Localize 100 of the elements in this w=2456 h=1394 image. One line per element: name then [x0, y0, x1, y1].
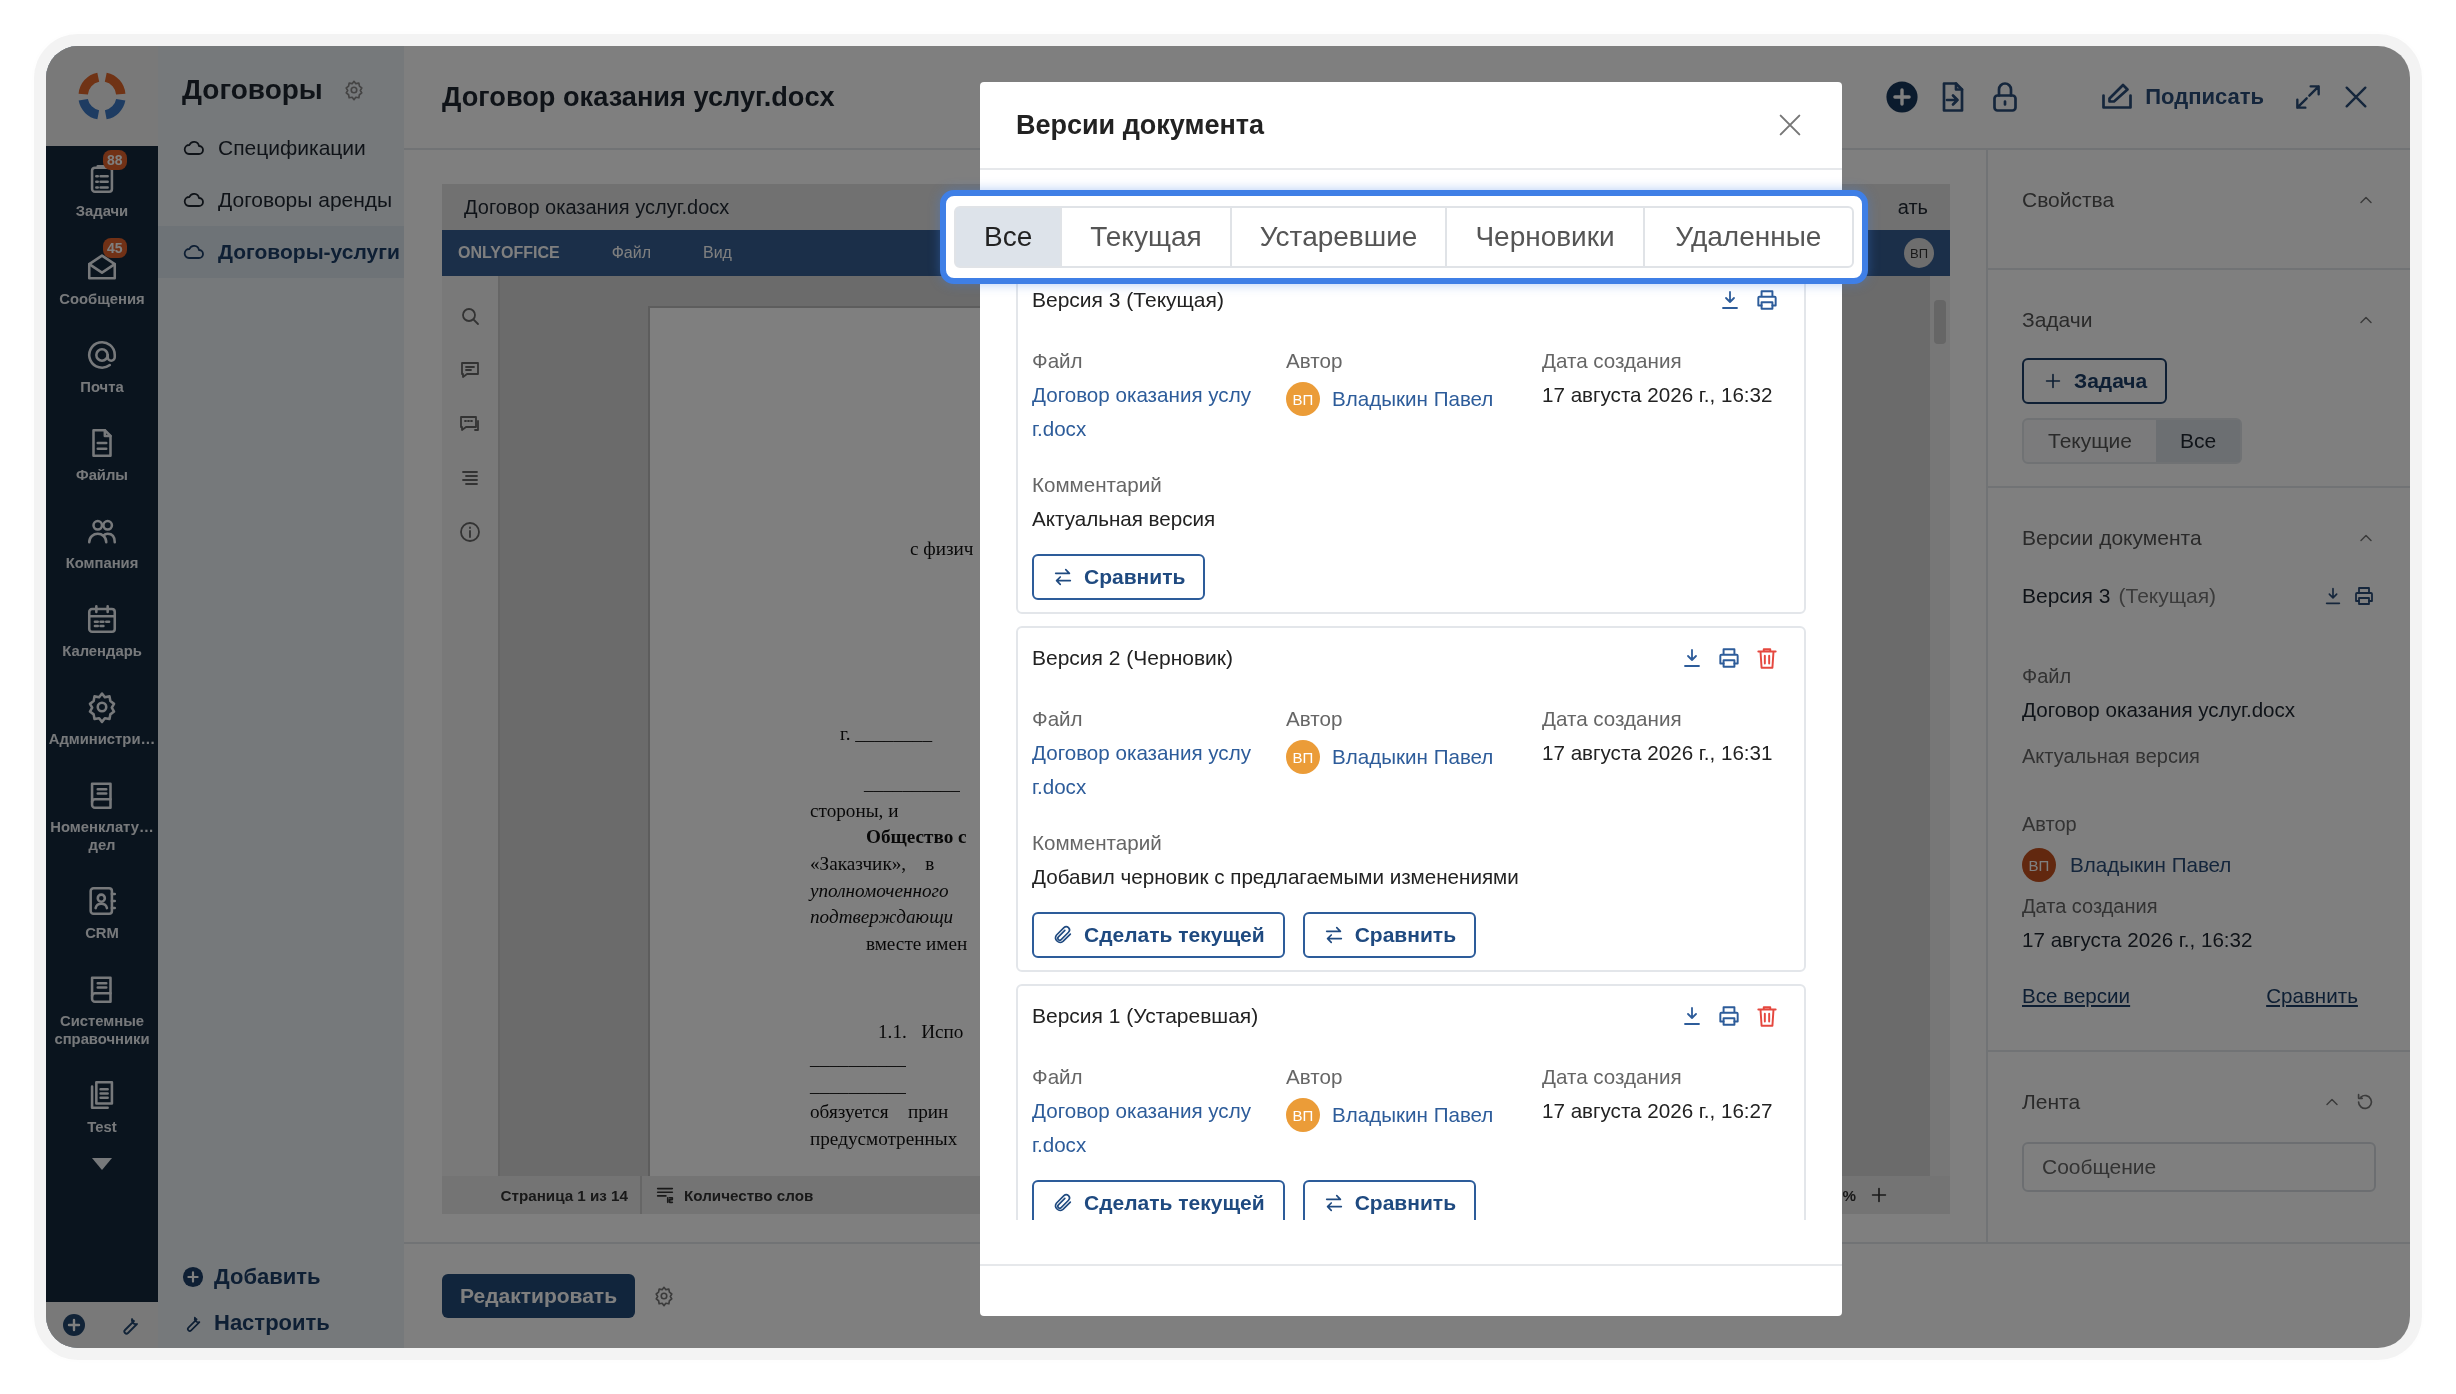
author-avatar: ВП	[1286, 1098, 1320, 1132]
field-label: Комментарий	[1032, 830, 1163, 856]
field-label: Дата создания	[1542, 1064, 1683, 1090]
version-comment: Актуальная версия	[2022, 744, 2201, 769]
document-text: __________	[864, 772, 960, 797]
print-icon[interactable]	[1716, 1003, 1742, 1029]
editor-brand: ONLYOFFICE	[458, 244, 560, 262]
document-text: «Заказчик», в	[810, 851, 935, 876]
filter-option[interactable]: Текущие	[2024, 420, 2156, 462]
plus-circle-icon[interactable]	[1885, 80, 1920, 114]
sidebar-item[interactable]: Календарь	[48, 586, 156, 674]
menu-item[interactable]: Вид	[703, 244, 732, 262]
trash-icon[interactable]	[1754, 1003, 1780, 1029]
filter-option[interactable]: Все	[2155, 420, 2241, 462]
count-badge: 88	[103, 150, 127, 170]
field-label: Файл	[2022, 664, 2073, 689]
section-title: Договоры	[182, 74, 323, 106]
sidebar-item[interactable]: Администри…	[48, 674, 156, 762]
document-text: вместе имен	[866, 931, 968, 956]
filter-tab[interactable]: Удаленные	[1644, 208, 1852, 266]
author-avatar: ВП	[1286, 382, 1320, 416]
panel-link[interactable]: Все версии	[2022, 984, 2131, 1008]
user-avatar[interactable]: ВП	[1904, 238, 1934, 268]
scrollbar[interactable]	[1930, 276, 1950, 1176]
creation-date: 17 августа 2026 г., 16:32	[1542, 382, 1774, 408]
author-avatar: ВП	[1286, 740, 1320, 774]
creation-date: 17 августа 2026 г., 16:31	[1542, 740, 1774, 766]
field-label: Автор	[1286, 348, 1344, 374]
author-link[interactable]: Владыкин Павел	[2070, 853, 2232, 877]
file-link[interactable]: Договор оказания услуг.docx	[1032, 736, 1260, 804]
document-text: подтверждающи	[810, 905, 954, 930]
sidebar-item[interactable]: 88 Задачи	[48, 146, 156, 234]
sidebar-item[interactable]: 45 Сообщения	[48, 234, 156, 322]
swap-icon	[1052, 566, 1074, 588]
nav-item[interactable]: Спецификации	[158, 122, 404, 174]
sidebar-item[interactable]: Файлы	[48, 410, 156, 498]
add-link[interactable]: Добавить	[182, 1264, 404, 1290]
paperclip-icon	[1052, 924, 1074, 946]
compare-button[interactable]: Сравнить	[1032, 554, 1206, 600]
print-icon[interactable]	[1716, 645, 1742, 671]
caret-down-icon[interactable]	[92, 1158, 112, 1170]
section-heading: Лента	[2022, 1090, 2081, 1114]
version-title: Версия 3	[2022, 584, 2111, 608]
author-link[interactable]: Владыкин Павел	[1332, 387, 1494, 411]
version-title: Версия 3 (Текущая)	[1032, 288, 1224, 312]
word-count-button[interactable]: Количество слов	[654, 1184, 814, 1206]
info-icon[interactable]	[458, 520, 482, 544]
toolbar-label[interactable]: ать	[1897, 195, 1928, 219]
sidebar-item[interactable]: Номенклату… дел	[48, 762, 156, 868]
dialog-title: Версии документа	[1016, 109, 1265, 141]
sidebar-item[interactable]: Системные справочники	[48, 956, 156, 1062]
menu-item[interactable]: Файл	[611, 244, 651, 262]
author-link[interactable]: Владыкин Павел	[1332, 1103, 1494, 1127]
document-title: Договор оказания услуг.docx	[442, 81, 835, 113]
print-icon[interactable]	[2352, 584, 2376, 608]
author-avatar: ВП	[2022, 848, 2056, 882]
paperclip-icon	[1052, 1192, 1074, 1214]
author-link[interactable]: Владыкин Павел	[1332, 745, 1494, 769]
compare-button[interactable]: Сравнить	[1302, 912, 1477, 958]
document-text: __________	[810, 1073, 906, 1098]
document-text: г. ________	[840, 721, 933, 746]
compare-button[interactable]: Сравнить	[1302, 1180, 1477, 1220]
sidebar-item[interactable]: Почта	[48, 322, 156, 410]
section-heading: Задачи	[2022, 308, 2093, 332]
nav-item[interactable]: Договоры-услуги	[158, 226, 404, 278]
page-counter: Страница 1 из 14	[442, 1176, 642, 1214]
print-icon[interactable]	[1754, 287, 1780, 313]
zoom-value: %	[1842, 1186, 1856, 1204]
settings-icon[interactable]	[342, 79, 365, 101]
version-status: (Текущая)	[2118, 584, 2217, 608]
add-task-button[interactable]: Задача	[2022, 358, 2168, 404]
file-link[interactable]: Договор оказания услуг.docx	[1032, 1094, 1260, 1162]
filter-tab[interactable]: Устаревшие	[1231, 208, 1448, 266]
document-text: __________	[810, 1046, 906, 1071]
trash-icon[interactable]	[1754, 645, 1780, 671]
document-text: предусмотренных	[810, 1126, 958, 1151]
field-label: Автор	[2022, 812, 2078, 837]
message-field[interactable]: Сообщение	[2022, 1142, 2376, 1192]
nav-item[interactable]: Договоры аренды	[158, 174, 404, 226]
make-current-button[interactable]: Сделать текущей	[1032, 1180, 1285, 1220]
filter-tab[interactable]: Текущая	[1062, 208, 1232, 266]
document-text: обязуется прин	[810, 1100, 949, 1125]
sidebar-item[interactable]: Test	[48, 1062, 156, 1150]
panel-link[interactable]: Сравнить	[2266, 984, 2358, 1008]
count-badge: 45	[103, 238, 127, 258]
sidebar-item[interactable]: Компания	[48, 498, 156, 586]
document-text: стороны, и	[810, 798, 899, 823]
filter-tab[interactable]: Все	[956, 208, 1063, 266]
filter-tab[interactable]: Черновики	[1447, 208, 1645, 266]
file-link[interactable]: Договор оказания услуг.docx	[1032, 378, 1260, 446]
edit-button[interactable]: Редактировать	[442, 1274, 636, 1318]
section-heading: Версии документа	[2022, 526, 2202, 550]
plus-circle-icon[interactable]	[62, 1313, 86, 1337]
sign-button[interactable]: Подписать	[2099, 79, 2264, 115]
file-name: Договор оказания услуг.docx	[2022, 697, 2297, 723]
sidebar-item[interactable]: CRM	[48, 868, 156, 956]
make-current-button[interactable]: Сделать текущей	[1032, 912, 1285, 958]
configure-link[interactable]: Настроить	[182, 1310, 404, 1336]
calendar-icon	[85, 602, 119, 636]
version-comment: Актуальная версия	[1032, 506, 1217, 532]
